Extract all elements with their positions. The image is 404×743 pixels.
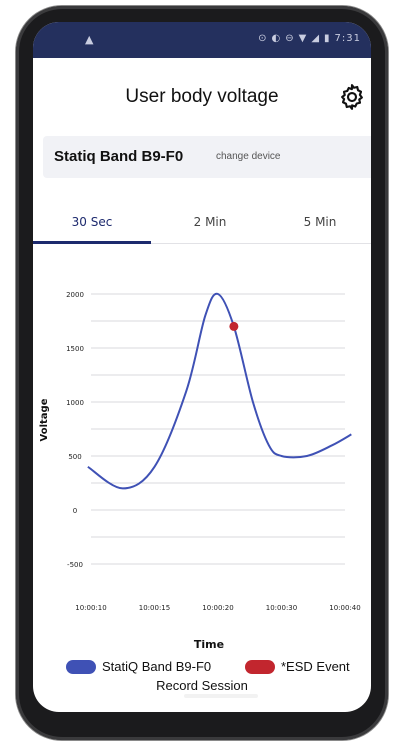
gear-icon [341, 84, 363, 110]
home-indicator [184, 694, 258, 698]
x-tick-label: 10:00:20 [202, 604, 233, 612]
y-tick-label: 1000 [66, 399, 84, 407]
y-tick-label: 2000 [66, 291, 84, 299]
change-device-link[interactable]: change device [216, 151, 281, 162]
x-tick-label: 10:00:40 [329, 604, 360, 612]
time-range-tabs: 30 Sec 2 Min 5 Min [33, 202, 371, 244]
signal-icon: ◢ [311, 33, 321, 44]
y-tick-label: 0 [73, 507, 77, 515]
status-icons: ⊙ ◐ ⊖ ▼ ◢ ▮ 7:31 [258, 33, 361, 44]
voltage-chart: 2000 1500 1000 500 0 -500 10:00:10 10:00:15 10:… [33, 244, 371, 654]
settings-button[interactable] [337, 82, 367, 112]
alarm-icon: ⊙ [258, 33, 268, 44]
warning-icon: ▲ [85, 33, 94, 46]
x-tick-label: 10:00:30 [266, 604, 297, 612]
series-swatch [66, 659, 96, 674]
esd-event-swatch [245, 659, 275, 674]
battery-icon: ▮ [324, 33, 331, 44]
x-axis-label: Time [194, 638, 224, 651]
tab-5-min[interactable]: 5 Min [269, 215, 371, 229]
status-time: 7:31 [334, 33, 361, 44]
esd-event-point [229, 321, 239, 331]
x-tick-label: 10:00:10 [75, 604, 106, 612]
app-screen: ▲ ⊙ ◐ ⊖ ▼ ◢ ▮ 7:31 User body voltage Sta… [33, 22, 371, 712]
legend-event-label: *ESD Event [281, 659, 350, 674]
voltage-chart-svg: 2000 1500 1000 500 0 -500 10:00:10 10:00:15 10:… [39, 291, 361, 651]
device-card: Statiq Band B9-F0 change device [43, 136, 371, 178]
record-session-button[interactable]: Record Session [33, 678, 371, 693]
page-title: User body voltage [125, 86, 279, 107]
device-name: Statiq Band B9-F0 [54, 148, 184, 165]
data-saver-icon: ◐ [271, 33, 282, 44]
wifi-icon: ▼ [298, 33, 308, 44]
y-tick-label: -500 [67, 561, 83, 569]
status-bar: ▲ ⊙ ◐ ⊖ ▼ ◢ ▮ 7:31 [33, 22, 371, 58]
legend-series-label: StatiQ Band B9-F0 [102, 659, 212, 674]
tab-2-min[interactable]: 2 Min [151, 215, 269, 229]
y-tick-label: 500 [68, 453, 81, 461]
legend-item-esd-event: *ESD Event [245, 659, 350, 674]
y-tick-label: 1500 [66, 345, 84, 353]
y-axis-label: Voltage [39, 398, 50, 441]
do-not-disturb-icon: ⊖ [285, 33, 295, 44]
app-bar: User body voltage [33, 58, 371, 136]
series-line [87, 292, 352, 490]
x-tick-label: 10:00:15 [139, 604, 170, 612]
tab-30-sec[interactable]: 30 Sec [33, 215, 151, 229]
legend-item-series: StatiQ Band B9-F0 [66, 659, 211, 674]
